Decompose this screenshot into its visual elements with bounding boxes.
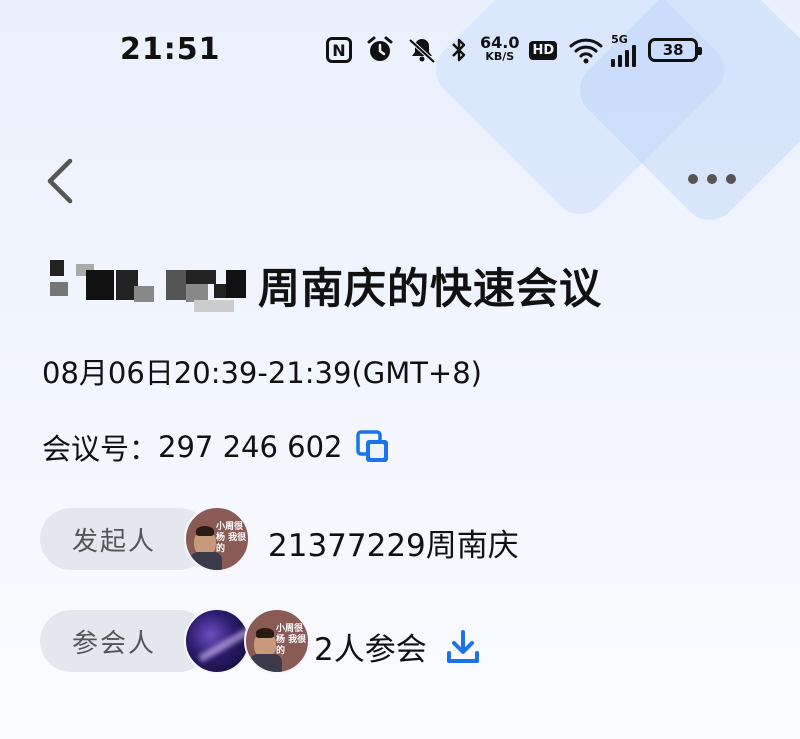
download-icon[interactable]	[445, 629, 481, 665]
status-icons: N 64.0 KB/S HD 5G 38	[326, 30, 703, 70]
more-button[interactable]	[684, 166, 740, 192]
network-type: 5G	[611, 32, 628, 46]
net-speed-indicator: 64.0 KB/S	[480, 33, 520, 64]
chevron-left-icon	[47, 158, 73, 204]
avatar-caption: 小周很杨 我很的	[216, 522, 247, 554]
wifi-icon	[569, 36, 603, 64]
back-button[interactable]	[40, 156, 80, 206]
signal-icon: 5G	[611, 32, 637, 67]
hd-badge: HD	[529, 40, 558, 60]
host-avatar[interactable]: 小周很杨 我很的	[184, 506, 250, 572]
net-speed-value: 64.0	[480, 33, 520, 52]
meeting-datetime: 08月06日20:39-21:39(GMT+8)	[42, 356, 482, 390]
host-name: 21377229周南庆	[268, 528, 519, 564]
status-bar: 21:51 N 64.0 KB/S HD 5G 38	[0, 0, 800, 100]
meeting-id-label: 会议号：	[42, 432, 159, 466]
meeting-id-value: 297 246 602	[158, 430, 343, 464]
status-time: 21:51	[120, 32, 221, 67]
mute-icon	[406, 36, 438, 64]
avatar-caption: 小周很杨 我很的	[276, 624, 307, 656]
participant-avatar[interactable]	[184, 608, 250, 674]
battery-level: 38	[662, 41, 684, 59]
participant-avatar[interactable]: 小周很杨 我很的	[244, 608, 310, 674]
meeting-title: 周南庆的快速会议	[46, 255, 602, 315]
more-dots-icon	[688, 174, 736, 184]
meeting-title-text: 周南庆的快速会议	[258, 263, 603, 313]
redacted-name-mosaic	[46, 256, 258, 314]
battery-icon: 38	[648, 38, 703, 62]
net-speed-unit: KB/S	[485, 50, 515, 63]
participants-row[interactable]: 2人参会	[314, 624, 481, 669]
participants-count: 2人参会	[314, 632, 427, 668]
alarm-icon	[366, 36, 394, 64]
nfc-icon: N	[326, 37, 352, 63]
copy-icon[interactable]	[355, 429, 391, 465]
meeting-id-row: 会议号： 297 246 602	[42, 426, 391, 468]
bluetooth-icon	[450, 36, 468, 64]
